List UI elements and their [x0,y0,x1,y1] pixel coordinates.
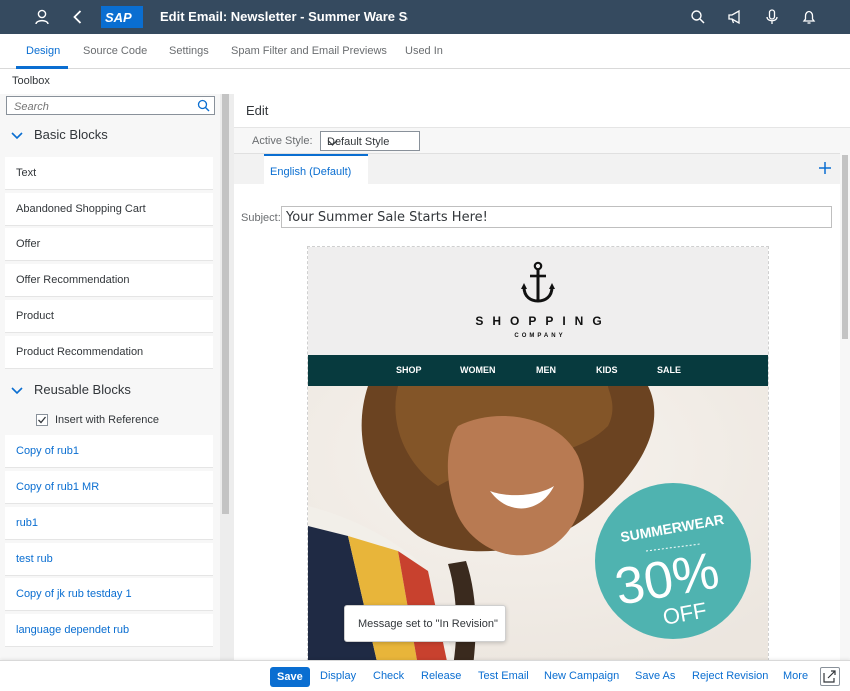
reusable-blocks-header[interactable]: Reusable Blocks [0,376,220,404]
search-icon[interactable] [197,99,210,117]
tab-bar: Design Source Code Settings Spam Filter … [0,34,850,69]
block-label: Copy of rub1 [16,445,79,457]
anchor-icon [521,261,555,310]
email-header: SHOPPING COMPANY [308,247,768,355]
subject-label: Subject: [241,212,281,224]
megaphone-icon[interactable] [725,7,745,27]
user-icon[interactable] [32,7,52,27]
add-language-icon[interactable] [818,161,832,180]
toolbox-panel: Basic Blocks Text Abandoned Shopping Car… [0,94,220,660]
block-offer[interactable]: Offer [5,228,213,260]
block-label: language dependet rub [16,624,130,636]
reusable-blocks-label: Reusable Blocks [34,382,131,397]
brand-subtitle: COMPANY [514,333,566,339]
toolbox-scrollbar-thumb[interactable] [222,94,229,514]
share-icon[interactable] [820,667,840,686]
test-email-button[interactable]: Test Email [478,670,529,682]
toolbox-search-input[interactable] [14,101,194,113]
chevron-down-icon [327,138,412,150]
block-label: Offer Recommendation [16,274,130,286]
block-label: Product [16,310,54,322]
insert-with-reference-label: Insert with Reference [55,414,159,426]
shell-bar: SAP Edit Email: Newsletter - Summer Ware… [0,0,850,34]
footer-toolbar: Save Display Check Release Test Email Ne… [0,660,850,691]
reject-revision-button[interactable]: Reject Revision [692,670,768,682]
editor-content: Subject: SHOPPING COMPANY SHOP [234,184,840,661]
reusable-block-item[interactable]: Copy of rub1 [5,435,213,467]
block-label: Offer [16,238,41,250]
insert-with-reference-checkbox[interactable] [36,414,48,426]
email-preview[interactable]: SHOPPING COMPANY SHOP WOMEN MEN KIDS SAL… [307,246,769,661]
chevron-down-icon [11,384,23,399]
save-button[interactable]: Save [270,667,310,687]
block-product[interactable]: Product [5,300,213,332]
page-title: Edit Email: Newsletter - Summer Ware Sal… [160,9,408,24]
block-label: rub1 [16,517,39,529]
edit-label: Edit [246,103,269,118]
block-label: Copy of rub1 MR [16,481,100,493]
email-nav-men: MEN [536,365,556,375]
active-tab-indicator [16,66,68,69]
subject-input[interactable] [281,206,832,228]
sap-logo-text: SAP [105,10,132,25]
active-style-select[interactable]: Default Style [320,131,420,151]
display-button[interactable]: Display [320,670,356,682]
email-nav-sale: SALE [657,365,682,375]
basic-blocks-label: Basic Blocks [34,127,108,142]
block-text[interactable]: Text [5,157,213,189]
tab-settings[interactable]: Settings [169,45,209,57]
toolbox-label: Toolbox [12,75,50,87]
chevron-down-icon [11,129,23,144]
block-label: Product Recommendation [16,346,144,358]
bell-icon[interactable] [799,7,819,27]
basic-blocks-header[interactable]: Basic Blocks [0,121,220,149]
tab-english-default[interactable]: English (Default) [264,154,368,185]
tab-source-code[interactable]: Source Code [83,45,147,57]
email-nav: SHOP WOMEN MEN KIDS SALE [308,355,768,386]
save-as-button[interactable]: Save As [635,670,675,682]
language-tab-bar: English (Default) [234,153,840,185]
editor-panel: Active Style: Default Style English (Def… [234,127,850,661]
editor-scrollbar[interactable] [840,153,850,661]
toolbox-search [6,96,215,115]
back-icon[interactable] [68,7,88,27]
check-button[interactable]: Check [373,670,404,682]
email-nav-shop: SHOP [396,365,422,375]
tab-spam-filter[interactable]: Spam Filter and Email Previews [231,45,387,57]
block-label: Abandoned Shopping Cart [16,203,146,215]
active-style-label: Active Style: [252,135,313,147]
block-offer-recommendation[interactable]: Offer Recommendation [5,264,213,296]
tab-used-in[interactable]: Used In [405,45,443,57]
email-nav-women: WOMEN [460,365,496,375]
block-product-recommendation[interactable]: Product Recommendation [5,336,213,368]
block-label: Text [16,167,37,179]
reusable-block-item[interactable]: rub1 [5,507,213,539]
reusable-block-item[interactable]: test rub [5,543,213,575]
microphone-icon[interactable] [762,7,782,27]
tab-design[interactable]: Design [26,45,60,57]
reusable-block-item[interactable]: language dependet rub [5,614,213,646]
block-label: Copy of jk rub testday 1 [16,588,132,600]
reusable-block-item[interactable]: Copy of rub1 MR [5,471,213,503]
message-toast: Message set to "In Revision" [344,605,506,642]
toast-text: Message set to "In Revision" [358,618,498,630]
language-tab-label: English (Default) [270,166,352,178]
editor-scrollbar-thumb[interactable] [842,155,848,339]
more-button[interactable]: More [783,670,808,682]
block-label: test rub [16,553,53,565]
panel-splitter[interactable] [220,94,234,660]
reusable-block-item[interactable]: Copy of jk rub testday 1 [5,578,213,610]
new-campaign-button[interactable]: New Campaign [544,670,619,682]
block-abandoned-cart[interactable]: Abandoned Shopping Cart [5,193,213,225]
release-button[interactable]: Release [421,670,461,682]
email-nav-kids: KIDS [596,365,618,375]
sap-logo[interactable]: SAP [101,6,143,28]
brand-name: SHOPPING [475,314,611,328]
search-icon[interactable] [688,7,708,27]
